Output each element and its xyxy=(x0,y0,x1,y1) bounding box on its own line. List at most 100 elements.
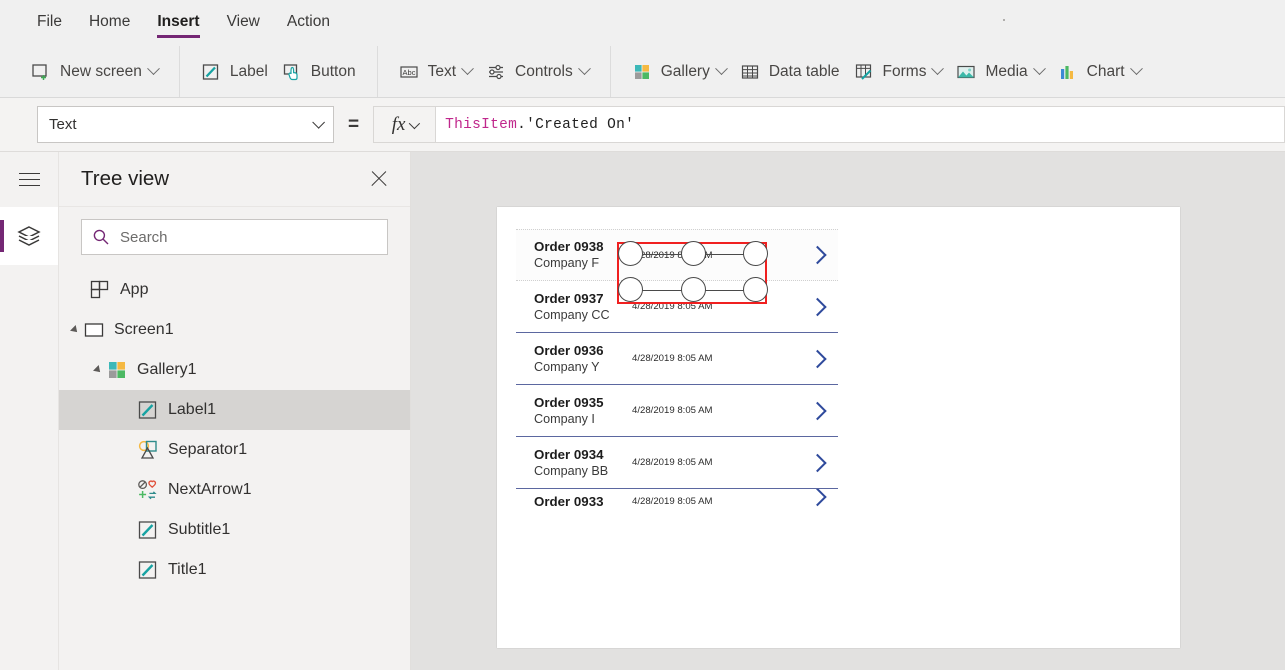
insert-media-label: Media xyxy=(985,62,1028,80)
gallery-row[interactable]: Order 0934 Company BB 4/28/2019 8:05 AM xyxy=(516,437,838,489)
next-arrow-icon[interactable] xyxy=(808,401,827,420)
gallery-row-subtitle: Company CC xyxy=(534,307,610,322)
forms-icon xyxy=(855,63,871,80)
insert-data-table-label: Data table xyxy=(768,62,840,80)
gallery-row-title: Order 0934 xyxy=(534,446,604,462)
next-arrow-icon[interactable] xyxy=(808,349,827,368)
ribbon-group-screens: New screen xyxy=(0,46,180,97)
label-icon xyxy=(138,401,157,419)
equals-sign: = xyxy=(348,113,360,135)
fx-toggle-button[interactable]: fx xyxy=(373,106,436,143)
insert-label-button[interactable]: Label xyxy=(194,55,275,89)
insert-label-text: Label xyxy=(229,62,268,80)
gallery-row-date: 4/28/2019 8:05 AM xyxy=(632,405,713,416)
insert-button-button[interactable]: Button xyxy=(275,55,363,89)
active-indicator xyxy=(0,220,4,252)
status-dot xyxy=(1003,19,1005,21)
hamburger-icon xyxy=(18,168,40,191)
gallery-row-date: 4/28/2019 8:05 AM xyxy=(632,249,713,261)
chevron-down-icon xyxy=(931,62,945,76)
tree-item-label: NextArrow1 xyxy=(168,481,252,498)
menu-item-insert[interactable]: Insert xyxy=(157,13,200,38)
tree-item-label: Label1 xyxy=(168,401,217,418)
tree-item-separator1[interactable]: Separator1 xyxy=(59,430,410,470)
insert-button-text: Button xyxy=(310,62,356,80)
insert-forms-button[interactable]: Forms xyxy=(847,55,950,89)
insert-chart-button[interactable]: Chart xyxy=(1051,55,1148,89)
menu-item-view[interactable]: View xyxy=(227,13,260,34)
property-select-value: Text xyxy=(49,116,77,133)
app-screen-preview[interactable]: Order 0938 Company F 4/28/2019 8:05 AM O… xyxy=(497,207,1180,648)
separator-icon xyxy=(138,440,157,459)
tree-item-title1[interactable]: Title1 xyxy=(59,550,410,590)
menu-item-action[interactable]: Action xyxy=(287,13,330,34)
design-canvas[interactable]: Order 0938 Company F 4/28/2019 8:05 AM O… xyxy=(411,152,1285,670)
tree-item-app[interactable]: App xyxy=(59,270,410,310)
gallery-row[interactable]: Order 0933 4/28/2019 8:05 AM xyxy=(516,489,838,519)
next-arrow-icon[interactable] xyxy=(808,245,827,265)
chevron-down-icon xyxy=(1129,62,1143,76)
search-placeholder: Search xyxy=(120,228,168,246)
ribbon-group-data: Gallery Data table Forms Media Chart xyxy=(611,46,1162,97)
gallery-row-subtitle: Company I xyxy=(534,411,595,426)
insert-text-button[interactable]: Abc Text xyxy=(392,55,479,89)
gallery-row-texts: Order 0933 xyxy=(534,494,630,510)
gallery-row[interactable]: Order 0935 Company I 4/28/2019 8:05 AM xyxy=(516,385,838,437)
insert-ribbon: New screen Label Button Abc Text Control… xyxy=(0,46,1285,98)
hamburger-menu-button[interactable] xyxy=(0,152,58,207)
tree-view-title: Tree view xyxy=(81,167,170,190)
gallery-row-title: Order 0936 xyxy=(534,342,604,358)
tree-item-list: App Screen1 Gallery1 Label1 Separator1 N… xyxy=(59,268,410,590)
insert-controls-button[interactable]: Controls xyxy=(479,55,596,89)
expand-arrow-icon[interactable] xyxy=(93,365,103,375)
gallery-row-texts: Order 0937 Company CC xyxy=(534,291,630,323)
tree-view-header: Tree view xyxy=(59,152,410,207)
formula-input[interactable]: ThisItem .'Created On' xyxy=(435,106,1285,143)
search-input[interactable]: Search xyxy=(81,219,388,255)
expand-arrow-icon[interactable] xyxy=(70,325,80,335)
gallery-row[interactable]: Order 0936 Company Y 4/28/2019 8:05 AM xyxy=(516,333,838,385)
left-rail xyxy=(0,152,58,670)
tree-view-rail-button[interactable] xyxy=(0,207,58,265)
label-icon xyxy=(138,561,157,579)
tree-item-subtitle1[interactable]: Subtitle1 xyxy=(59,510,410,550)
menu-item-home[interactable]: Home xyxy=(89,13,130,34)
menu-item-file[interactable]: File xyxy=(37,13,62,34)
property-select[interactable]: Text xyxy=(37,106,334,143)
ribbon-group-basic: Label Button xyxy=(180,46,378,97)
fx-icon: fx xyxy=(391,113,406,135)
insert-data-table-button[interactable]: Data table xyxy=(733,55,847,89)
insert-text-label: Text xyxy=(427,62,457,80)
gallery-row[interactable]: Order 0938 Company F 4/28/2019 8:05 AM xyxy=(516,229,838,281)
gallery-row-texts: Order 0938 Company F xyxy=(534,239,630,271)
gallery-row-subtitle: Company Y xyxy=(534,359,600,374)
close-icon[interactable] xyxy=(368,168,390,190)
next-arrow-icon[interactable] xyxy=(808,489,827,507)
tree-item-nextarrow1[interactable]: NextArrow1 xyxy=(59,470,410,510)
insert-media-button[interactable]: Media xyxy=(949,55,1050,89)
gallery-control[interactable]: Order 0938 Company F 4/28/2019 8:05 AM O… xyxy=(516,229,838,579)
layers-icon xyxy=(17,226,41,246)
controls-sliders-icon xyxy=(489,64,504,79)
gallery-row[interactable]: Order 0937 Company CC 4/28/2019 8:05 AM xyxy=(516,281,838,333)
insert-forms-label: Forms xyxy=(882,62,927,80)
chevron-down-icon xyxy=(1032,62,1046,76)
tree-view-panel: Tree view Search App Screen1 Gallery1 La… xyxy=(58,152,411,670)
gallery-row-title: Order 0933 xyxy=(534,494,604,509)
chevron-down-icon xyxy=(146,62,160,76)
chevron-down-icon xyxy=(409,117,421,129)
tree-item-label1[interactable]: Label1 xyxy=(59,390,410,430)
next-arrow-icon[interactable] xyxy=(808,297,827,316)
tree-item-label: Separator1 xyxy=(168,441,248,458)
next-arrow-icon[interactable] xyxy=(808,453,827,472)
app-icon xyxy=(90,280,109,299)
gallery-row-subtitle: Company BB xyxy=(534,463,609,478)
chevron-down-icon xyxy=(714,62,728,76)
tree-item-screen1[interactable]: Screen1 xyxy=(59,310,410,350)
insert-gallery-button[interactable]: Gallery xyxy=(625,55,733,89)
new-screen-button[interactable]: New screen xyxy=(24,55,165,89)
text-abc-icon: Abc xyxy=(399,65,418,78)
gallery-row-title: Order 0938 xyxy=(534,239,604,254)
tree-item-label: Subtitle1 xyxy=(168,521,231,538)
tree-item-gallery1[interactable]: Gallery1 xyxy=(59,350,410,390)
